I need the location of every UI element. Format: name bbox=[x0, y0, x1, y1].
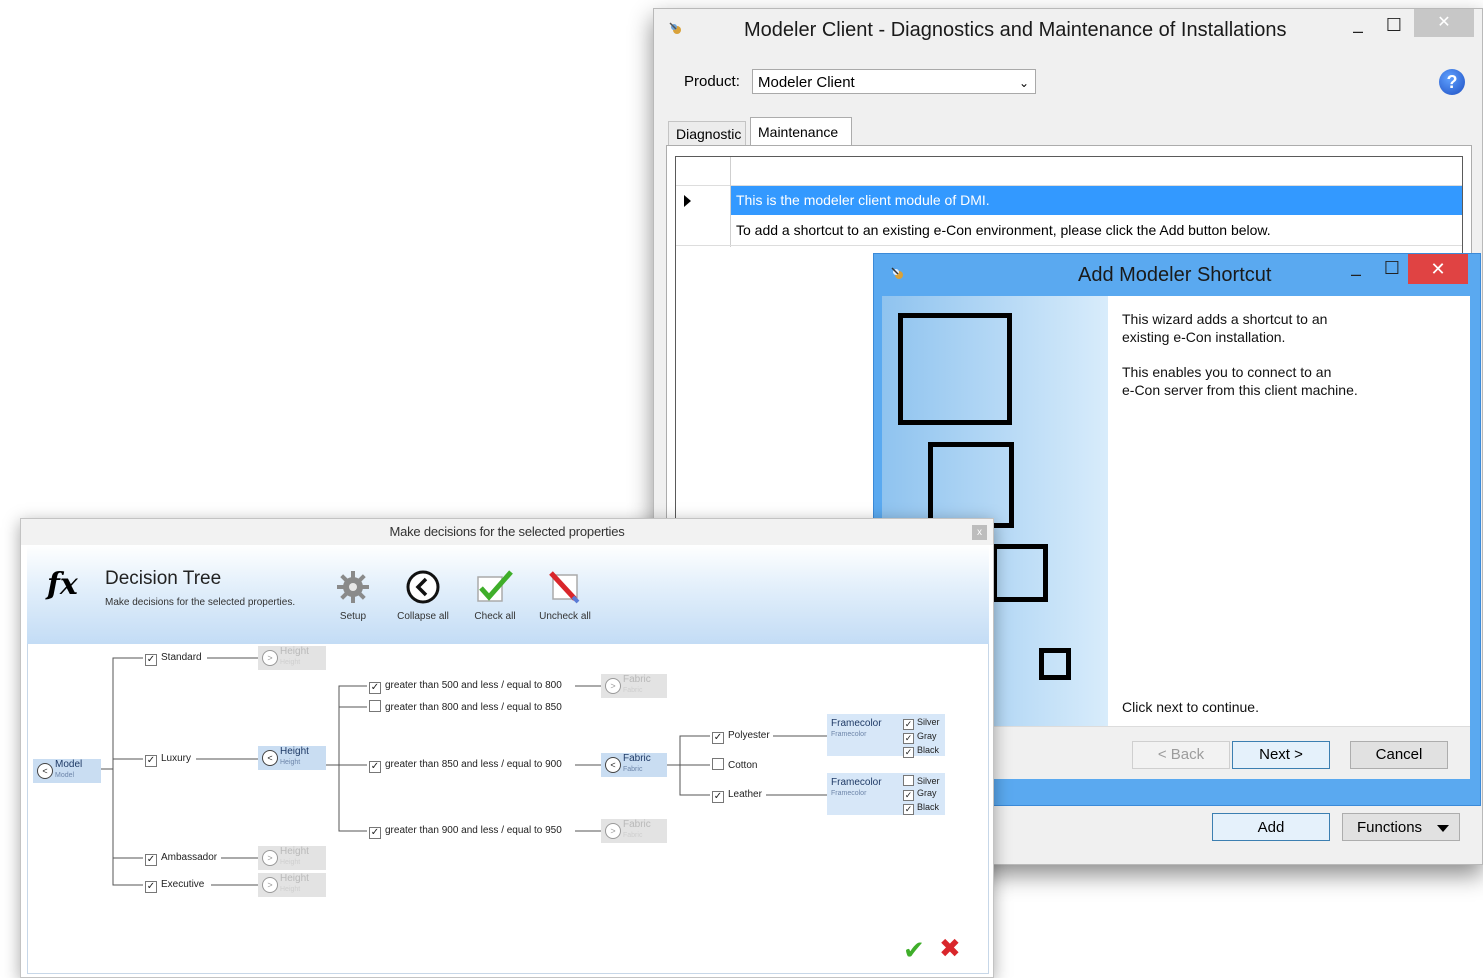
cancel-button[interactable]: Cancel bbox=[1350, 741, 1448, 769]
decorative-square bbox=[1039, 648, 1071, 680]
cancel-x-icon[interactable]: ✖ bbox=[939, 933, 961, 964]
maximize-button[interactable]: ☐ bbox=[1380, 15, 1408, 35]
fabric-option-cotton[interactable]: Cotton bbox=[712, 758, 757, 773]
color-option[interactable]: ✓ Gray bbox=[903, 787, 940, 801]
expand-node-icon: > bbox=[262, 877, 278, 893]
checkbox[interactable]: ✓ bbox=[712, 791, 724, 803]
fabric-node[interactable]: > Fabric Fabric bbox=[601, 674, 667, 698]
table-cell: This is the modeler client module of DMI… bbox=[731, 186, 1462, 215]
checkbox[interactable]: ✓ bbox=[712, 732, 724, 744]
framecolor-options: Silver ✓ Gray ✓ Black bbox=[903, 775, 940, 815]
fabric-node[interactable]: < Fabric Fabric bbox=[601, 753, 667, 777]
grid-header bbox=[676, 157, 1462, 186]
table-cell: To add a shortcut to an existing e-Con e… bbox=[736, 222, 1271, 238]
color-option[interactable]: ✓ Black bbox=[903, 801, 940, 815]
checkbox[interactable] bbox=[903, 775, 914, 786]
collapse-node-icon: < bbox=[262, 750, 278, 766]
checkbox[interactable]: ✓ bbox=[903, 719, 914, 730]
color-option[interactable]: ✓ Black bbox=[903, 744, 940, 758]
height-node-luxury[interactable]: < Height Height bbox=[258, 746, 326, 770]
checkbox[interactable]: ✓ bbox=[903, 790, 914, 801]
product-select-value: Modeler Client bbox=[758, 74, 855, 91]
model-option-luxury[interactable]: ✓ Luxury bbox=[145, 752, 191, 767]
height-option[interactable]: greater than 800 and less / equal to 850 bbox=[369, 700, 562, 715]
color-option[interactable]: ✓ Gray bbox=[903, 730, 940, 744]
collapse-node-icon: < bbox=[37, 763, 53, 779]
next-button[interactable]: Next > bbox=[1232, 741, 1330, 769]
expand-node-icon: > bbox=[262, 850, 278, 866]
framecolor-node-leather[interactable]: Framecolor Framecolor Silver ✓ Gray ✓ Blac… bbox=[827, 773, 945, 815]
decorative-square bbox=[898, 313, 1012, 425]
checkbox[interactable]: ✓ bbox=[145, 755, 157, 767]
checkbox[interactable] bbox=[369, 700, 381, 712]
functions-button[interactable]: Functions bbox=[1342, 813, 1460, 841]
fabric-node[interactable]: > Fabric Fabric bbox=[601, 819, 667, 843]
checkbox[interactable]: ✓ bbox=[369, 682, 381, 694]
wizard-maximize-button[interactable]: ☐ bbox=[1378, 258, 1406, 278]
height-node-executive[interactable]: > Height Height bbox=[258, 873, 326, 897]
chevron-down-icon: ⌄ bbox=[1018, 76, 1029, 90]
help-icon[interactable]: ? bbox=[1439, 69, 1465, 95]
product-select[interactable]: Modeler Client ⌄ bbox=[752, 69, 1036, 94]
root-model-node[interactable]: < Model Model bbox=[33, 759, 101, 783]
table-row[interactable]: To add a shortcut to an existing e-Con e… bbox=[676, 216, 1462, 246]
framecolor-node-polyester[interactable]: Framecolor Framecolor ✓ Silver ✓ Gray ✓ Bla… bbox=[827, 714, 945, 758]
tab-maintenance[interactable]: Maintenance bbox=[750, 117, 852, 147]
current-row-arrow-icon bbox=[684, 195, 691, 207]
model-option-standard[interactable]: ✓ Standard bbox=[145, 651, 202, 666]
wizard-minimize-button[interactable]: – bbox=[1342, 264, 1370, 284]
collapse-node-icon: < bbox=[605, 757, 621, 773]
height-node-standard[interactable]: > Height Height bbox=[258, 646, 326, 670]
framecolor-options: ✓ Silver ✓ Gray ✓ Black bbox=[903, 716, 940, 758]
checkbox[interactable]: ✓ bbox=[145, 881, 157, 893]
wizard-intro-text: This wizard adds a shortcut to an existi… bbox=[1122, 311, 1328, 345]
checkbox[interactable]: ✓ bbox=[903, 747, 914, 758]
model-option-ambassador[interactable]: ✓ Ambassador bbox=[145, 851, 217, 866]
wizard-description-text: This enables you to connect to an e-Con … bbox=[1122, 364, 1358, 398]
model-option-executive[interactable]: ✓ Executive bbox=[145, 878, 204, 893]
app-icon bbox=[891, 267, 903, 279]
expand-node-icon: > bbox=[262, 650, 278, 666]
decorative-square bbox=[992, 544, 1048, 602]
wizard-close-button[interactable]: ✕ bbox=[1408, 254, 1468, 284]
add-button[interactable]: Add bbox=[1212, 813, 1330, 841]
table-row[interactable]: This is the modeler client module of DMI… bbox=[676, 186, 1462, 215]
product-label: Product: bbox=[684, 73, 740, 90]
checkbox[interactable]: ✓ bbox=[145, 854, 157, 866]
checkbox[interactable] bbox=[712, 758, 724, 770]
checkbox[interactable]: ✓ bbox=[903, 733, 914, 744]
height-option[interactable]: ✓ greater than 850 and less / equal to 90… bbox=[369, 758, 562, 773]
height-option[interactable]: ✓ greater than 900 and less / equal to 95… bbox=[369, 824, 562, 839]
expand-node-icon: > bbox=[605, 678, 621, 694]
checkbox[interactable]: ✓ bbox=[369, 827, 381, 839]
expand-node-icon: > bbox=[605, 823, 621, 839]
fabric-option-polyester[interactable]: ✓ Polyester bbox=[712, 729, 770, 744]
app-icon bbox=[669, 22, 681, 34]
color-option[interactable]: ✓ Silver bbox=[903, 716, 940, 730]
checkbox[interactable]: ✓ bbox=[369, 761, 381, 773]
main-titlebar[interactable]: Modeler Client - Diagnostics and Mainten… bbox=[654, 9, 1482, 51]
checkbox[interactable]: ✓ bbox=[903, 804, 914, 815]
close-button[interactable]: ✕ bbox=[1414, 9, 1474, 37]
back-button[interactable]: < Back bbox=[1132, 741, 1230, 769]
height-node-ambassador[interactable]: > Height Height bbox=[258, 846, 326, 870]
dropdown-arrow-icon bbox=[1437, 825, 1449, 832]
wizard-continue-text: Click next to continue. bbox=[1122, 699, 1259, 715]
minimize-button[interactable]: – bbox=[1344, 21, 1372, 41]
decorative-square bbox=[928, 442, 1014, 528]
wizard-title: Add Modeler Shortcut bbox=[1078, 264, 1272, 286]
ok-check-icon[interactable]: ✔ bbox=[903, 935, 925, 966]
main-window-title: Modeler Client - Diagnostics and Mainten… bbox=[744, 19, 1287, 41]
tab-diagnostic[interactable]: Diagnostic bbox=[668, 121, 746, 145]
decision-tree-dialog: Make decisions for the selected properti… bbox=[20, 518, 994, 978]
color-option[interactable]: Silver bbox=[903, 775, 940, 787]
checkbox[interactable]: ✓ bbox=[145, 654, 157, 666]
height-option[interactable]: ✓ greater than 500 and less / equal to 80… bbox=[369, 679, 562, 694]
fabric-option-leather[interactable]: ✓ Leather bbox=[712, 788, 762, 803]
